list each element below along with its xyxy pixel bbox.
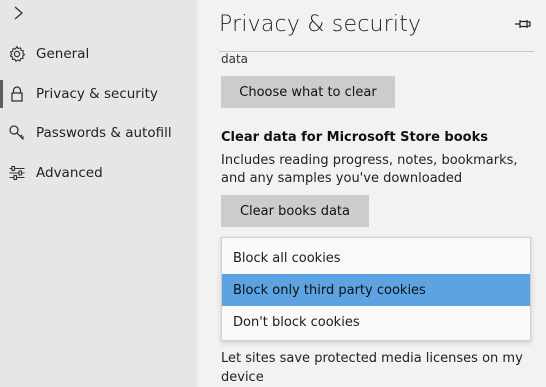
sidebar-item-label: General	[36, 46, 90, 62]
sliders-icon	[8, 164, 26, 182]
pin-icon[interactable]	[514, 16, 532, 30]
clear-books-data-button[interactable]: Clear books data	[221, 195, 369, 227]
key-icon	[8, 124, 26, 142]
sidebar: General Privacy & security Passwords & a…	[0, 0, 197, 387]
sidebar-item-passwords-autofill[interactable]: Passwords & autofill	[0, 115, 197, 151]
page-title: Privacy & security	[219, 12, 422, 37]
cookie-option-block-all[interactable]: Block all cookies	[222, 242, 530, 274]
lock-icon	[8, 85, 26, 103]
sidebar-item-label: Passwords & autofill	[36, 125, 172, 141]
sidebar-item-advanced[interactable]: Advanced	[0, 155, 197, 191]
active-indicator	[0, 80, 3, 108]
chevron-right-icon[interactable]	[11, 4, 27, 22]
sidebar-item-privacy-security[interactable]: Privacy & security	[0, 76, 197, 112]
choose-what-to-clear-button[interactable]: Choose what to clear	[221, 76, 395, 108]
cookie-option-block-third-party[interactable]: Block only third party cookies	[222, 274, 530, 306]
header-divider	[219, 51, 534, 52]
media-licenses-text: Let sites save protected media licenses …	[221, 351, 523, 385]
sidebar-item-label: Advanced	[36, 165, 103, 181]
cookie-option-dont-block[interactable]: Don't block cookies	[222, 306, 530, 338]
sidebar-item-label: Privacy & security	[36, 86, 158, 102]
books-section-heading: Clear data for Microsoft Store books	[221, 130, 488, 145]
settings-panel: Privacy & security data Choose what to c…	[197, 0, 546, 387]
clipped-text: data	[221, 52, 249, 66]
cookies-dropdown[interactable]: Block all cookies Block only third party…	[221, 237, 531, 341]
sidebar-item-general[interactable]: General	[0, 36, 197, 72]
books-section-description: Includes reading progress, notes, bookma…	[221, 153, 518, 186]
gear-icon	[8, 45, 26, 63]
